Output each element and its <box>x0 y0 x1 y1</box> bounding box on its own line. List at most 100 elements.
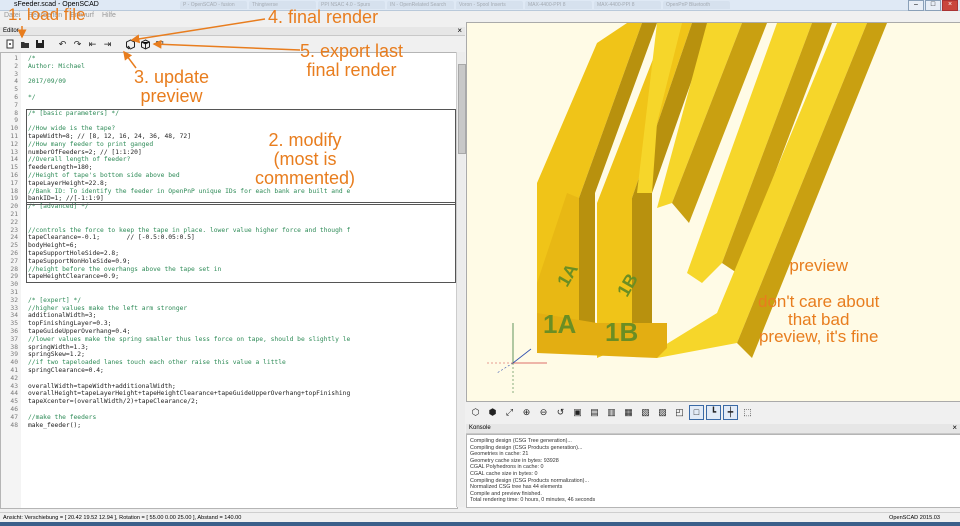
annotation-modify: 2. modify (most is commented) <box>255 130 356 188</box>
code-line: springClearance=0.4; <box>28 367 104 374</box>
line-number: 7 <box>14 101 18 109</box>
console-line: Geometry cache size in bytes: 93928 <box>470 457 559 464</box>
code-line: /* [expert] */ <box>28 296 82 304</box>
line-number: 31 <box>10 289 18 296</box>
view-right-icon[interactable]: ▣ <box>570 405 585 420</box>
line-number: 21 <box>10 211 18 218</box>
line-number: 24 <box>10 234 18 242</box>
line-number: 33 <box>10 304 18 312</box>
line-number: 19 <box>10 195 18 203</box>
line-number: 36 <box>10 328 18 335</box>
line-number: 11 <box>10 133 18 140</box>
line-number: 47 <box>10 413 18 421</box>
line-number: 30 <box>10 281 18 289</box>
line-number-gutter: 1 2 3 4 5 6 7 8 9 10 11 12 13 14 15 16 17 18 19 20 21 22 23 24 2… <box>1 53 21 508</box>
annotation-arrows <box>17 18 301 69</box>
view-left-icon[interactable]: ▦ <box>621 405 636 420</box>
line-number: 35 <box>10 320 18 328</box>
code-line: //lower values make the spring smaller t… <box>28 335 351 343</box>
console-line: Compiling design (CSG Tree generation)..… <box>470 438 572 444</box>
line-number: 16 <box>10 172 18 179</box>
code-line: //higher values make the left arm strong… <box>28 304 188 312</box>
line-number: 26 <box>10 250 18 257</box>
line-number: 9 <box>14 117 18 125</box>
code-line: springSkew=1.2; <box>28 351 85 359</box>
model-label: 1A <box>543 309 576 339</box>
code-line: additionalWidth=3; <box>28 312 97 320</box>
console-title: Konsole <box>469 425 491 431</box>
code-line: tapeGuideUpperOverhang=0.4; <box>28 328 131 335</box>
console-line: Compiling design (CSG Products normaliza… <box>470 477 589 484</box>
code-line: topFinishingLayer=0.3; <box>28 320 112 328</box>
editor-scrollbar[interactable] <box>456 52 466 507</box>
orthogonal-icon[interactable]: □ <box>689 404 704 420</box>
line-number: 44 <box>10 390 18 398</box>
view-all-icon[interactable]: ⤢ <box>502 405 517 420</box>
line-number: 40 <box>10 359 18 367</box>
line-number: 8 <box>14 109 18 117</box>
line-number: 45 <box>10 398 18 406</box>
view-front-icon[interactable]: ▧ <box>638 405 653 420</box>
console-line: CGAL cache size in bytes: 0 <box>470 471 538 477</box>
view-back-icon[interactable]: ▨ <box>655 405 670 420</box>
console-line: Total rendering time: 0 hours, 0 minutes… <box>470 497 596 504</box>
model-label: 1B <box>605 317 638 347</box>
code-line: make_feeder(); <box>28 421 82 429</box>
perspective-icon[interactable]: ◰ <box>672 405 687 420</box>
code-line: tapeXcenter=(overallWidth/2)+tapeClearan… <box>28 398 199 406</box>
console-output: Compiling design (CSG Tree generation)..… <box>466 434 960 508</box>
line-number: 32 <box>10 296 18 304</box>
view-bottom-icon[interactable]: ▥ <box>604 405 619 420</box>
line-number: 38 <box>10 343 18 351</box>
console-line: Geometries in cache: 21 <box>470 451 529 458</box>
zoom-in-icon[interactable]: ⊕ <box>519 405 534 420</box>
line-number: 15 <box>10 164 18 172</box>
console-close-button[interactable]: × <box>952 423 957 433</box>
line-number: 22 <box>10 218 18 226</box>
line-number: 48 <box>10 421 18 429</box>
line-number: 20 <box>10 203 18 211</box>
annotation-preview-note: preview don't care about that bad previe… <box>758 256 880 347</box>
line-number: 25 <box>10 242 18 250</box>
line-number: 39 <box>10 351 18 359</box>
line-number: 29 <box>10 273 18 281</box>
code-line: //if two tapeloaded lanes touch each oth… <box>28 359 286 367</box>
taskbar <box>0 522 960 526</box>
line-number: 17 <box>10 179 18 187</box>
console-line: CGAL Polyhedrons in cache: 0 <box>470 464 544 471</box>
axes-icon[interactable]: ┗ <box>706 404 721 420</box>
line-number: 23 <box>10 226 18 234</box>
line-number: 12 <box>10 140 18 148</box>
console-line: Compile and preview finished. <box>470 490 542 497</box>
view-top-icon[interactable]: ▤ <box>587 405 602 420</box>
section-box-advanced <box>26 202 456 284</box>
section-box-basic <box>26 108 456 206</box>
line-number: 14 <box>10 156 18 164</box>
console-line: Normalized CSG tree has 44 elements <box>470 484 563 491</box>
code-line: springWidth=1.3; <box>28 343 89 351</box>
preview-icon[interactable]: ⬡ <box>468 405 483 420</box>
line-number: 42 <box>10 374 18 382</box>
line-number: 41 <box>10 367 18 374</box>
line-number: 10 <box>10 125 18 133</box>
code-line: overallWidth=tapeWidth+additionalWidth; <box>28 382 176 390</box>
edges-icon[interactable]: ⬚ <box>740 405 755 420</box>
line-number: 27 <box>10 257 18 265</box>
console-header: Konsole × <box>466 423 960 434</box>
line-number: 46 <box>10 406 18 413</box>
line-number: 43 <box>10 382 18 390</box>
line-number: 34 <box>10 312 18 320</box>
console-line: Compiling design (CSG Products generatio… <box>470 444 583 451</box>
code-line: //make the feeders <box>28 413 97 421</box>
scale-markers-icon[interactable]: ┿ <box>723 404 738 420</box>
view-toolbar: ⬡ ⬢ ⤢ ⊕ ⊖ ↺ ▣ ▤ ▥ ▦ ▧ ▨ ◰ □ ┗ ┿ ⬚ <box>466 401 960 423</box>
zoom-out-icon[interactable]: ⊖ <box>536 405 551 420</box>
code-editor[interactable]: 1 2 3 4 5 6 7 8 9 10 11 12 13 14 15 16 17 18 19 20 21 22 23 24 2… <box>0 52 458 509</box>
line-number: 18 <box>10 187 18 195</box>
render-icon[interactable]: ⬢ <box>485 405 500 420</box>
reset-view-icon[interactable]: ↺ <box>553 405 568 420</box>
line-number: 37 <box>10 335 18 343</box>
line-number: 13 <box>10 148 18 156</box>
line-number: 28 <box>10 265 18 273</box>
code-line: overallHeight=tapeLayerHeight+tapeHeight… <box>28 390 351 398</box>
